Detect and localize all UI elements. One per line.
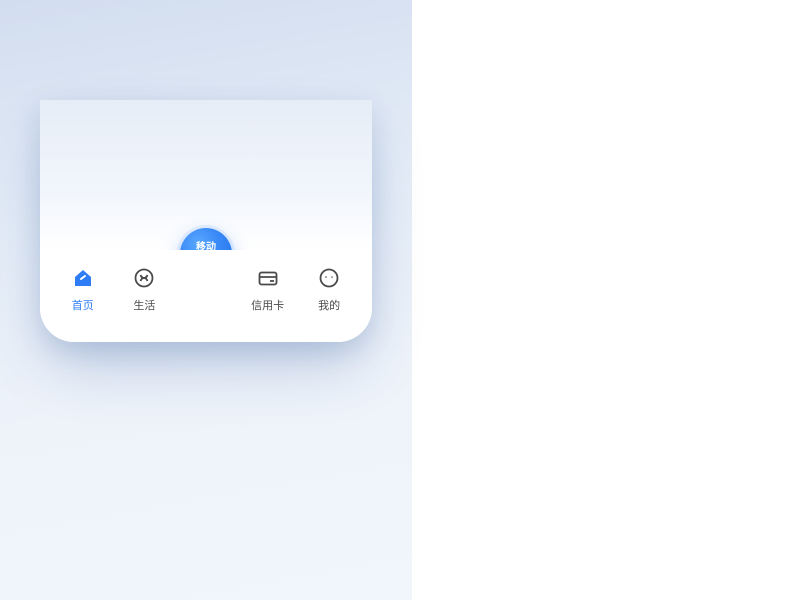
- home-icon: [70, 265, 96, 291]
- tab-home-label: 首页: [72, 297, 94, 313]
- tab-mine[interactable]: 我的: [302, 265, 356, 313]
- card-icon: [255, 265, 281, 291]
- tab-bar: 首页 生活: [40, 250, 372, 342]
- knot-icon: [131, 265, 157, 291]
- tab-home[interactable]: 首页: [56, 265, 110, 313]
- phone-card: 移动 支付 首页: [40, 100, 372, 342]
- tab-life-label: 生活: [133, 297, 155, 313]
- center-slot: [179, 265, 233, 313]
- tab-life[interactable]: 生活: [117, 265, 171, 313]
- tab-credit-card-label: 信用卡: [251, 297, 284, 313]
- face-icon: [316, 265, 342, 291]
- tab-mine-label: 我的: [318, 297, 340, 313]
- tab-credit-card[interactable]: 信用卡: [241, 265, 295, 313]
- canvas: 移动 支付 首页: [0, 0, 800, 600]
